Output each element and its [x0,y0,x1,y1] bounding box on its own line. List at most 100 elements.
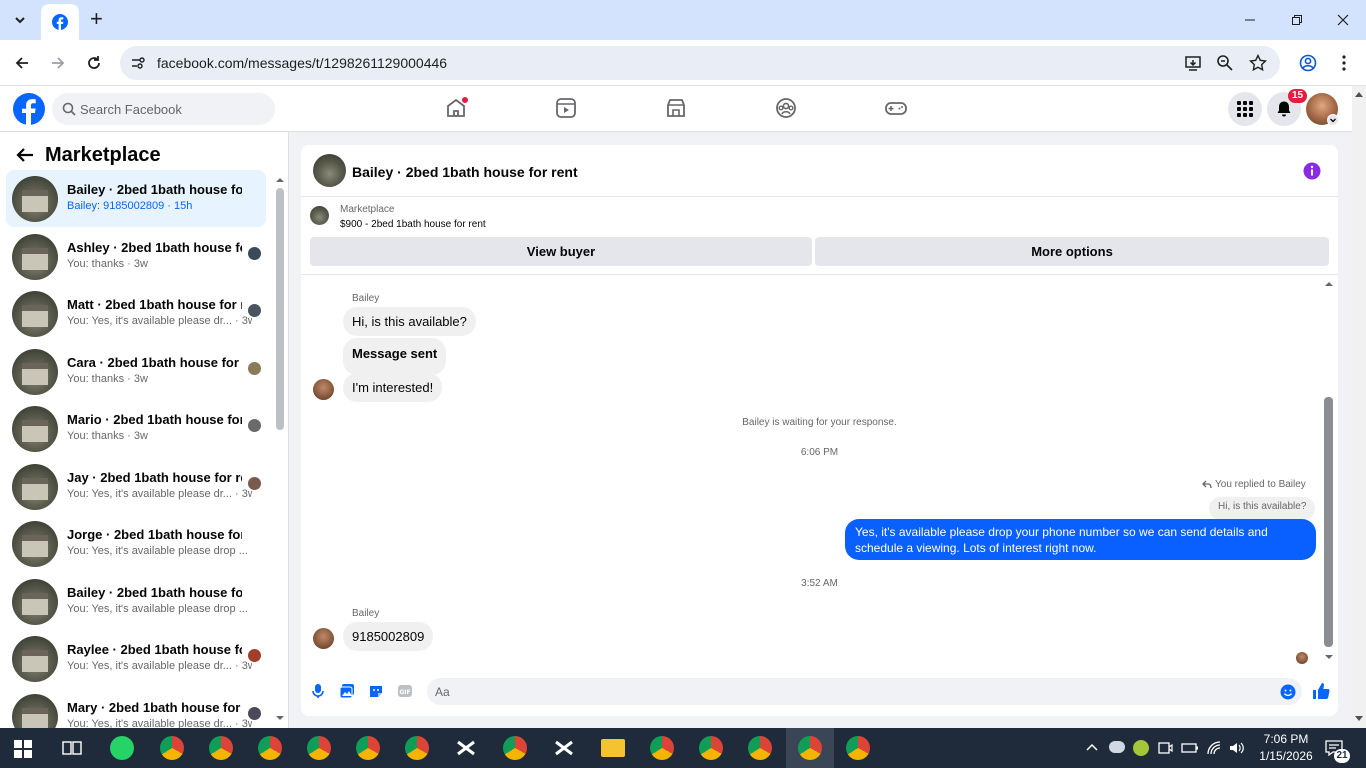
windows-start-icon[interactable] [14,740,32,758]
page-scroll-down-icon[interactable] [1355,716,1363,722]
incoming-message[interactable]: Hi, is this available? [343,307,476,336]
home-icon[interactable] [444,96,468,120]
forward-icon[interactable] [46,51,70,75]
back-icon[interactable] [10,51,34,75]
groups-icon[interactable] [774,96,798,120]
chrome-icon[interactable] [798,736,822,760]
chrome-icon[interactable] [405,736,429,760]
gif-icon[interactable]: GIF [397,683,413,699]
info-icon[interactable] [1303,162,1321,180]
outgoing-message[interactable]: Yes, it's available please drop your pho… [845,519,1316,560]
conversation-item[interactable]: Jay · 2bed 1bath house for rent You: Yes… [6,458,266,515]
marketplace-icon[interactable] [664,96,688,120]
sender-avatar[interactable] [313,379,334,400]
tray-chevron-icon[interactable] [1086,742,1098,752]
message-input[interactable]: Aa [427,678,1302,705]
whatsapp-icon[interactable] [110,736,134,760]
conversation-item[interactable]: Raylee · 2bed 1bath house for... You: Ye… [6,630,266,687]
listing-detail[interactable]: $900 - 2bed 1bath house for rent [340,219,486,230]
chrome-icon[interactable] [650,736,674,760]
account-chevron-icon[interactable] [1327,114,1339,126]
conversation-preview: You: Yes, it's available please dr... · … [67,488,252,500]
chrome-icon[interactable] [846,736,870,760]
quoted-message[interactable]: Hi, is this available? [1209,497,1316,520]
incoming-message[interactable]: I'm interested! [343,373,443,402]
listing-thumbnail [12,349,58,395]
chrome-icon[interactable] [503,736,527,760]
chat-thumbnail[interactable] [313,154,346,187]
tray-app-icon[interactable] [1133,740,1149,756]
conversation-item[interactable]: Mario · 2bed 1bath house for ... You: th… [6,400,266,457]
conversation-name: Matt · 2bed 1bath house for r... [67,297,242,312]
restore-icon[interactable] [1285,8,1309,32]
wifi-icon[interactable] [1206,740,1222,756]
conversation-item[interactable]: Bailey · 2bed 1bath house for rent You: … [6,573,266,630]
capcut-icon[interactable] [552,736,576,760]
view-buyer-button[interactable]: View buyer [310,237,812,266]
chat-scrollbar[interactable] [1324,397,1333,647]
back-arrow-icon[interactable] [15,146,35,164]
conversation-item[interactable]: Ashley · 2bed 1bath house for... You: th… [6,228,266,285]
facebook-logo-icon[interactable] [13,93,45,125]
tab-search-icon[interactable] [8,8,32,32]
install-app-icon[interactable] [1184,54,1202,72]
minimize-icon[interactable] [1238,8,1262,32]
conversation-item[interactable]: Jorge · 2bed 1bath house for rent You: Y… [6,515,266,572]
address-bar[interactable]: facebook.com/messages/t/1298261129000446 [120,46,1280,80]
conversation-item[interactable]: Cara · 2bed 1bath house for r... You: th… [6,343,266,400]
photo-icon[interactable] [339,683,355,699]
like-thumb-icon[interactable] [1312,682,1330,700]
scroll-up-icon[interactable] [275,176,285,184]
reload-icon[interactable] [82,51,106,75]
incoming-message[interactable]: Message sent [343,338,447,375]
sticker-icon[interactable] [368,683,384,699]
conversation-name: Bailey · 2bed 1bath house for rent [67,182,242,197]
search-facebook-input[interactable]: Search Facebook [52,93,275,125]
close-window-icon[interactable] [1331,8,1355,32]
chrome-icon[interactable] [160,736,184,760]
taskbar-clock[interactable]: 7:06 PM 1/15/2026 [1250,731,1322,765]
browser-tab-facebook[interactable] [41,4,79,40]
conversation-list-scrollbar[interactable] [276,188,284,430]
site-info-icon[interactable] [130,55,146,71]
page-scrollbar[interactable] [1352,86,1366,728]
task-view-icon[interactable] [62,739,82,757]
file-explorer-icon[interactable] [601,739,625,757]
incoming-message[interactable]: 9185002809 [343,622,434,651]
gaming-icon[interactable] [884,96,908,120]
conversation-item[interactable]: Matt · 2bed 1bath house for r... You: Ye… [6,285,266,342]
scroll-down-icon[interactable] [275,714,285,722]
microphone-icon[interactable] [311,683,325,699]
profile-icon[interactable] [1296,51,1320,75]
conversation-item[interactable]: Mary · 2bed 1bath house for r... You: Ye… [6,688,266,728]
onedrive-icon[interactable] [1109,741,1125,753]
video-icon[interactable] [554,96,578,120]
browser-menu-icon[interactable] [1332,51,1356,75]
chat-scroll-down-icon[interactable] [1324,653,1334,661]
chrome-icon[interactable] [209,736,233,760]
chrome-icon[interactable] [699,736,723,760]
chat-title[interactable]: Bailey · 2bed 1bath house for rent [352,164,578,180]
zoom-icon[interactable] [1216,54,1234,72]
menu-grid-button[interactable] [1228,92,1262,126]
listing-thumbnail [12,579,58,625]
meet-now-icon[interactable] [1157,740,1173,756]
volume-icon[interactable] [1228,740,1246,756]
sender-name: Bailey [352,608,380,619]
chrome-icon[interactable] [356,736,380,760]
bookmark-star-icon[interactable] [1249,54,1267,72]
more-options-button[interactable]: More options [815,237,1329,266]
battery-icon[interactable] [1181,741,1199,755]
chat-scroll-up-icon[interactable] [1324,280,1334,288]
emoji-icon[interactable] [1280,684,1296,700]
grid-icon [1237,101,1253,117]
capcut-icon[interactable] [454,736,478,760]
sender-avatar[interactable] [313,628,334,649]
page-scroll-up-icon[interactable] [1355,91,1363,97]
conversation-item[interactable]: Bailey · 2bed 1bath house for rent Baile… [6,170,266,227]
chrome-icon[interactable] [307,736,331,760]
new-tab-button[interactable]: + [90,8,103,30]
timestamp: 6:06 PM [800,447,839,458]
chrome-icon[interactable] [748,736,772,760]
chrome-icon[interactable] [258,736,282,760]
